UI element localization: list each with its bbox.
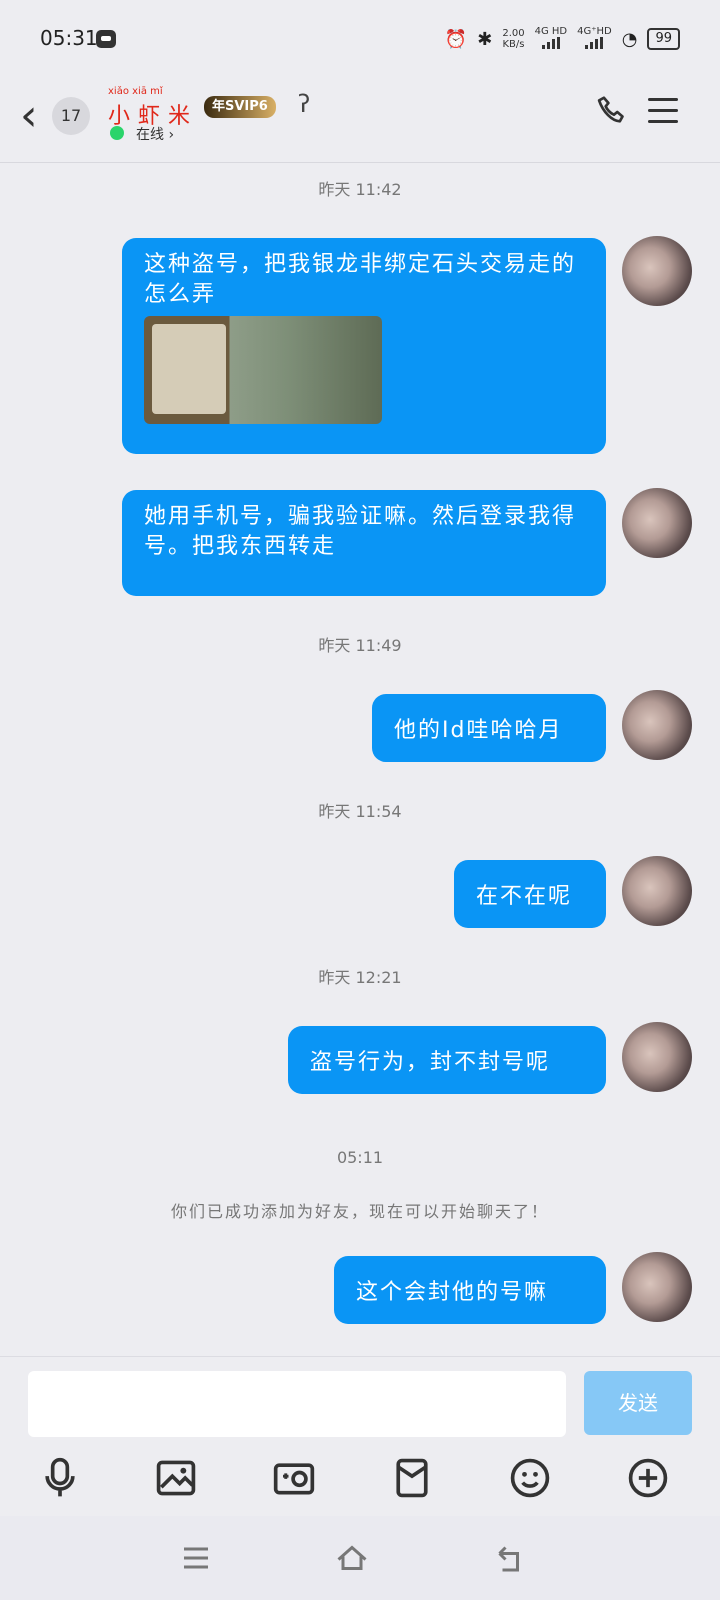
input-bar: 发送 [0, 1356, 720, 1439]
message-text: 在不在呢 [476, 884, 573, 909]
avatar[interactable] [622, 690, 692, 760]
avatar[interactable] [622, 488, 692, 558]
message-text: 盗号行为，封不封号呢 [310, 1050, 551, 1075]
net-speed: 2.00 KB/s [502, 28, 525, 50]
input-toolbar [0, 1440, 720, 1516]
menu-icon[interactable] [648, 98, 678, 124]
message-bubble[interactable]: 他的Id哇哈哈月 [372, 694, 606, 762]
avatar[interactable] [622, 236, 692, 306]
timestamp: 05:11 [336, 1148, 384, 1167]
timestamp: 昨天 11:54 [318, 802, 402, 821]
avatar[interactable] [622, 1252, 692, 1322]
message-bubble[interactable]: 这种盗号，把我银龙非绑定石头交易走的怎么弄 [122, 238, 606, 454]
unread-count-badge[interactable]: 17 [52, 97, 90, 135]
timestamp: 昨天 11:49 [318, 636, 402, 655]
bluetooth-icon: ✱ [477, 28, 493, 50]
microphone-icon[interactable] [38, 1456, 82, 1500]
phone-call-icon[interactable] [594, 94, 630, 130]
battery-indicator: 99 [647, 28, 680, 50]
message-bubble[interactable]: 这个会封他的号嘛 [334, 1256, 606, 1324]
image-icon[interactable] [154, 1456, 198, 1500]
chat-header: ‹ 17 xiǎo xiā mǐ 小虾米 年SVIP6 ʔ 在线 › [0, 80, 720, 163]
sim1-signal: 4G HD [535, 26, 567, 52]
message-text: 他的Id哇哈哈月 [394, 718, 563, 743]
avatar[interactable] [622, 856, 692, 926]
status-time: 05:31 [40, 26, 98, 50]
plus-icon[interactable] [626, 1456, 670, 1500]
system-nav-bar [0, 1516, 720, 1600]
sim2-signal: 4G⁺HD [577, 26, 612, 52]
message-bubble[interactable]: 她用手机号，骗我验证嘛。然后登录我得号。把我东西转走 [122, 490, 606, 596]
message-text: 这个会封他的号嘛 [356, 1280, 549, 1305]
message-text: 她用手机号，骗我验证嘛。然后登录我得号。把我东西转走 [144, 504, 577, 559]
message-input[interactable] [28, 1371, 566, 1437]
status-bar: 05:31 ⏰ ✱ 2.00 KB/s 4G HD 4G⁺HD ◔ 99 [0, 0, 720, 80]
alarm-icon: ⏰ [444, 28, 468, 50]
online-status[interactable]: 在线 › [136, 124, 174, 144]
message-bubble[interactable]: 盗号行为，封不封号呢 [288, 1026, 606, 1094]
online-status-dot [110, 126, 124, 140]
message-bubble[interactable]: 在不在呢 [454, 860, 606, 928]
game-screenshot-image[interactable] [144, 316, 382, 424]
send-button[interactable]: 发送 [584, 1371, 692, 1435]
message-text: 这种盗号，把我银龙非绑定石头交易走的怎么弄 [144, 252, 577, 307]
svip-badge[interactable]: 年SVIP6 [204, 96, 276, 118]
contact-name-pinyin: xiǎo xiā mǐ [108, 86, 163, 97]
emoji-icon[interactable] [508, 1456, 552, 1500]
red-packet-icon[interactable] [390, 1456, 434, 1500]
wifi-icon: ◔ [621, 28, 638, 50]
timestamp: 昨天 12:21 [318, 968, 402, 987]
ear-mode-icon[interactable]: ʔ [298, 90, 310, 118]
system-message: 你们已成功添加为好友，现在可以开始聊天了！ [170, 1202, 549, 1221]
back-nav-icon[interactable] [492, 1540, 528, 1576]
recent-apps-icon[interactable] [178, 1540, 214, 1576]
home-icon[interactable] [334, 1540, 370, 1576]
back-icon[interactable]: ‹ [20, 94, 38, 138]
timestamp: 昨天 11:42 [318, 180, 402, 199]
avatar[interactable] [622, 1022, 692, 1092]
status-icons: ⏰ ✱ 2.00 KB/s 4G HD 4G⁺HD ◔ 99 [445, 26, 680, 52]
game-mode-icon [96, 30, 116, 48]
camera-icon[interactable] [272, 1456, 316, 1500]
